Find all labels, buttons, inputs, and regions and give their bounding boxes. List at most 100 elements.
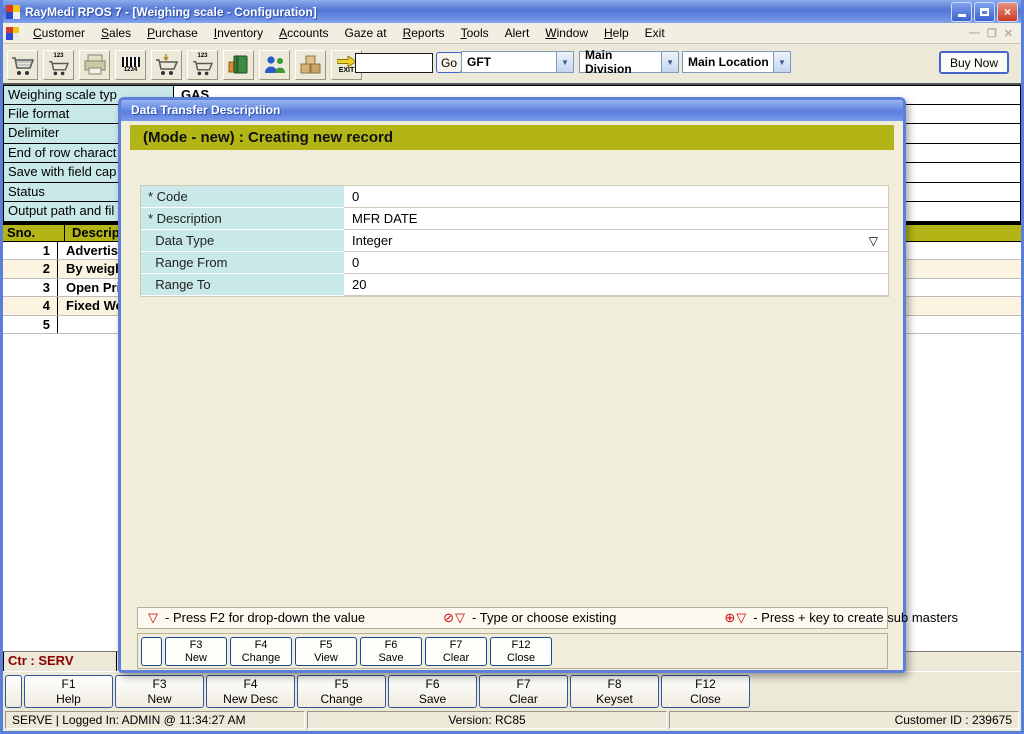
field-label: Range From: [141, 252, 344, 274]
field-label: * Code: [141, 186, 344, 208]
dropdown-triangle-icon[interactable]: ▽: [869, 230, 878, 252]
f3-new-button[interactable]: F3 New: [115, 675, 204, 708]
circle-plus-triangle-icon: ⊕▽: [724, 610, 747, 626]
close-button[interactable]: ×: [997, 2, 1018, 22]
range-from-field[interactable]: 0: [344, 252, 888, 274]
cart-sale-button[interactable]: 123: [187, 50, 218, 80]
maximize-icon: [980, 8, 989, 16]
exit-arrow-icon: [337, 56, 357, 67]
users-icon: [262, 53, 288, 77]
title-bar: RayMedi RPOS 7 - [Weighing scale - Confi…: [3, 0, 1021, 23]
range-to-field[interactable]: 20: [344, 274, 888, 296]
data-type-field[interactable]: Integer ▽: [344, 230, 888, 252]
minimize-button[interactable]: [951, 2, 972, 22]
cart-button[interactable]: [7, 50, 38, 80]
field-label: Data Type: [141, 230, 344, 252]
menu-tools[interactable]: Tools: [453, 23, 497, 43]
dialog-form: * Code 0 * Description MFR DATE Data Typ…: [140, 185, 889, 297]
description-field[interactable]: MFR DATE: [344, 208, 888, 230]
stock-button[interactable]: [295, 50, 326, 80]
code-field[interactable]: 0: [344, 186, 888, 208]
dialog-button-bar: F3 New F4 Change F5 View F6 Save F7 Clea…: [137, 633, 888, 669]
users-button[interactable]: [259, 50, 290, 80]
f7-clear-button[interactable]: F7 Clear: [425, 637, 487, 666]
window-title: RayMedi RPOS 7 - [Weighing scale - Confi…: [25, 5, 317, 19]
triangle-icon: ▽: [148, 610, 159, 626]
maximize-button[interactable]: [974, 2, 995, 22]
cart-entry-button[interactable]: 123: [43, 50, 74, 80]
customer-id-status: Customer ID : 239675: [669, 711, 1019, 729]
legend-bar: ▽ - Press F2 for drop-down the value ⊘▽ …: [137, 607, 888, 629]
f5-change-button[interactable]: F5 Change: [297, 675, 386, 708]
spacer-button[interactable]: [141, 637, 162, 666]
f12-close-button[interactable]: F12 Close: [661, 675, 750, 708]
mdi-window-controls[interactable]: — ❐ ✕: [969, 27, 1021, 40]
f4-new-desc-button[interactable]: F4 New Desc: [206, 675, 295, 708]
search-input[interactable]: [355, 53, 433, 73]
login-status: SERVE | Logged In: ADMIN @ 11:34:27 AM: [5, 711, 305, 729]
mdi-close-icon[interactable]: ✕: [1004, 27, 1013, 40]
ledger-icon: [226, 53, 252, 77]
legend-item: ▽ - Press F2 for drop-down the value: [148, 610, 365, 626]
cart-out-button[interactable]: [151, 50, 182, 80]
menu-purchase[interactable]: Purchase: [139, 23, 206, 43]
exit-label: EXIT: [339, 67, 355, 75]
f3-new-button[interactable]: F3 New: [165, 637, 227, 666]
f1-help-button[interactable]: F1 Help: [24, 675, 113, 708]
app-window: RayMedi RPOS 7 - [Weighing scale - Confi…: [0, 0, 1024, 734]
legend-item: ⊘▽ - Type or choose existing: [443, 610, 616, 626]
toolbar: 123 1234 123 EXIT Go: [3, 44, 1021, 85]
f12-close-button[interactable]: F12 Close: [490, 637, 552, 666]
barcode-button[interactable]: 1234: [115, 50, 146, 80]
f6-save-button[interactable]: F6 Save: [388, 675, 477, 708]
main-division-combo[interactable]: Main Division ▼: [579, 51, 679, 73]
barcode-label: 1234: [124, 67, 137, 73]
buy-now-button[interactable]: Buy Now: [939, 51, 1009, 74]
mdi-restore-icon[interactable]: ❐: [987, 27, 997, 40]
f8-keyset-button[interactable]: F8 Keyset: [570, 675, 659, 708]
menu-gaze-at[interactable]: Gaze at: [337, 23, 395, 43]
f5-view-button[interactable]: F5 View: [295, 637, 357, 666]
dialog-title-bar[interactable]: Data Transfer Descriptiion: [121, 100, 903, 121]
f4-change-button[interactable]: F4 Change: [230, 637, 292, 666]
field-label: * Description: [141, 208, 344, 230]
f6-save-button[interactable]: F6 Save: [360, 637, 422, 666]
barcode-icon: [122, 57, 140, 67]
menu-accounts[interactable]: Accounts: [271, 23, 336, 43]
mdi-minimize-icon[interactable]: —: [969, 27, 980, 40]
menu-exit[interactable]: Exit: [637, 23, 673, 43]
menu-reports[interactable]: Reports: [395, 23, 453, 43]
form-row-description: * Description MFR DATE: [141, 208, 888, 230]
menu-window[interactable]: Window: [537, 23, 596, 43]
cart-entry-icon: [46, 59, 72, 77]
form-row-code: * Code 0: [141, 186, 888, 208]
minimize-icon: [958, 14, 966, 17]
chevron-down-icon[interactable]: ▼: [773, 52, 790, 72]
function-bar: F1 Help F3 New F4 New Desc F5 Change F6 …: [3, 671, 1021, 709]
menu-customer[interactable]: Customer: [25, 23, 93, 43]
circle-slash-triangle-icon: ⊘▽: [443, 610, 466, 626]
menu-bar: Customer Sales Purchase Inventory Accoun…: [3, 23, 1021, 44]
spacer-button[interactable]: [5, 675, 22, 708]
go-button[interactable]: Go: [436, 52, 462, 73]
chevron-down-icon[interactable]: ▼: [661, 52, 678, 72]
division-combo[interactable]: GFT ▼: [461, 51, 574, 73]
form-row-range-from: Range From 0: [141, 252, 888, 274]
chevron-down-icon[interactable]: ▼: [556, 52, 573, 72]
cart-icon: [10, 53, 36, 77]
menu-help[interactable]: Help: [596, 23, 637, 43]
main-location-combo[interactable]: Main Location ▼: [682, 51, 791, 73]
ledger-button[interactable]: [223, 50, 254, 80]
menu-alert[interactable]: Alert: [497, 23, 538, 43]
printer-icon: [82, 53, 108, 77]
cart-sale-icon: [190, 59, 216, 77]
f7-clear-button[interactable]: F7 Clear: [479, 675, 568, 708]
printer-button[interactable]: [79, 50, 110, 80]
stock-icon: [298, 53, 324, 77]
menu-sales[interactable]: Sales: [93, 23, 139, 43]
menu-inventory[interactable]: Inventory: [206, 23, 271, 43]
status-bar: SERVE | Logged In: ADMIN @ 11:34:27 AM V…: [3, 709, 1021, 731]
data-transfer-dialog: Data Transfer Descriptiion (Mode - new) …: [118, 97, 906, 673]
sno-header: Sno.: [3, 225, 65, 241]
version-status: Version: RC85: [307, 711, 667, 729]
